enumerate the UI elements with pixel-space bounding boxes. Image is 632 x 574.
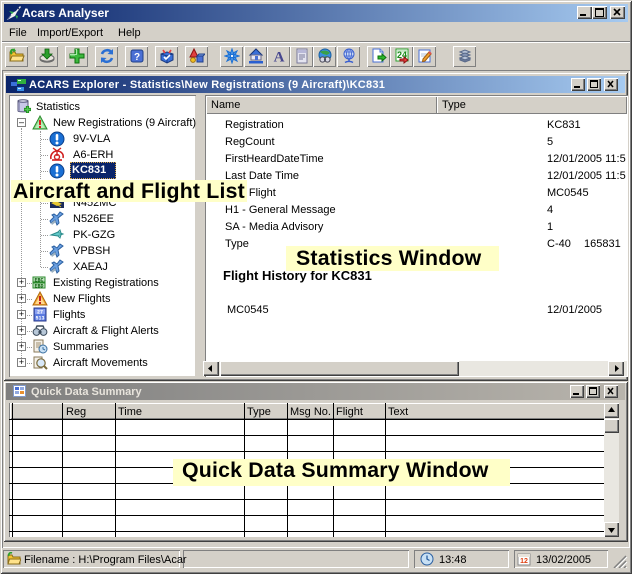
svg-text:A: A [273,50,284,65]
svg-text:12: 12 [520,558,528,565]
svg-text:513: 513 [35,316,44,322]
svg-text:?: ? [133,52,139,63]
svg-text:EBD: EBD [34,284,43,290]
